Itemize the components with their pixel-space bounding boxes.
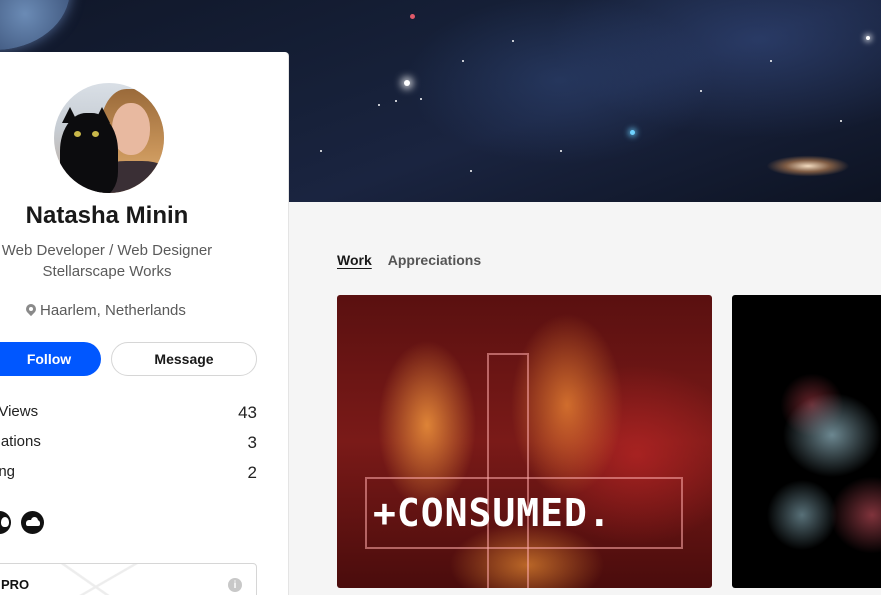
occupation-title: Web Developer / Web Designer (1, 242, 213, 259)
message-button[interactable]: Message (111, 342, 257, 376)
stat-appreciations: ciations 3 (0, 433, 257, 453)
map-decoration (51, 564, 141, 595)
stat-following: ring 2 (0, 463, 257, 483)
pro-label: PRO (1, 577, 30, 592)
profile-occupation: Web Developer / Web Designer Stellarscap… (0, 240, 214, 282)
profile-name: Natasha Minin (25, 202, 189, 229)
stat-value: 3 (247, 433, 257, 452)
project-card[interactable] (732, 295, 881, 588)
cross-outline (487, 353, 529, 588)
stat-value: 43 (238, 403, 257, 422)
stat-label: ring (0, 463, 16, 480)
occupation-company[interactable]: Stellarscape Works (0, 261, 214, 282)
project-title: +CONSUMED. (373, 491, 612, 535)
info-icon[interactable]: i (228, 578, 242, 592)
tab-work[interactable]: Work (337, 252, 372, 268)
location-text: Haarlem, Netherlands (40, 302, 186, 319)
planet-graphic (0, 0, 70, 50)
pro-box[interactable]: PRO i (0, 563, 257, 595)
github-icon[interactable] (0, 511, 11, 534)
project-card[interactable]: +CONSUMED. (337, 295, 712, 588)
stat-value: 2 (247, 463, 257, 482)
stat-label: t Views (0, 403, 39, 420)
profile-location[interactable]: Haarlem, Netherlands (26, 302, 186, 319)
profile-tabs: Work Appreciations (337, 252, 481, 268)
tab-appreciations[interactable]: Appreciations (388, 252, 481, 268)
soundcloud-icon[interactable] (21, 511, 44, 534)
stat-label: ciations (0, 433, 41, 450)
follow-button[interactable]: Follow (0, 342, 101, 376)
profile-card: Natasha Minin Web Developer / Web Design… (0, 52, 288, 595)
location-pin-icon (26, 304, 36, 317)
avatar[interactable] (54, 83, 164, 193)
stat-project-views: t Views 43 (0, 403, 257, 423)
